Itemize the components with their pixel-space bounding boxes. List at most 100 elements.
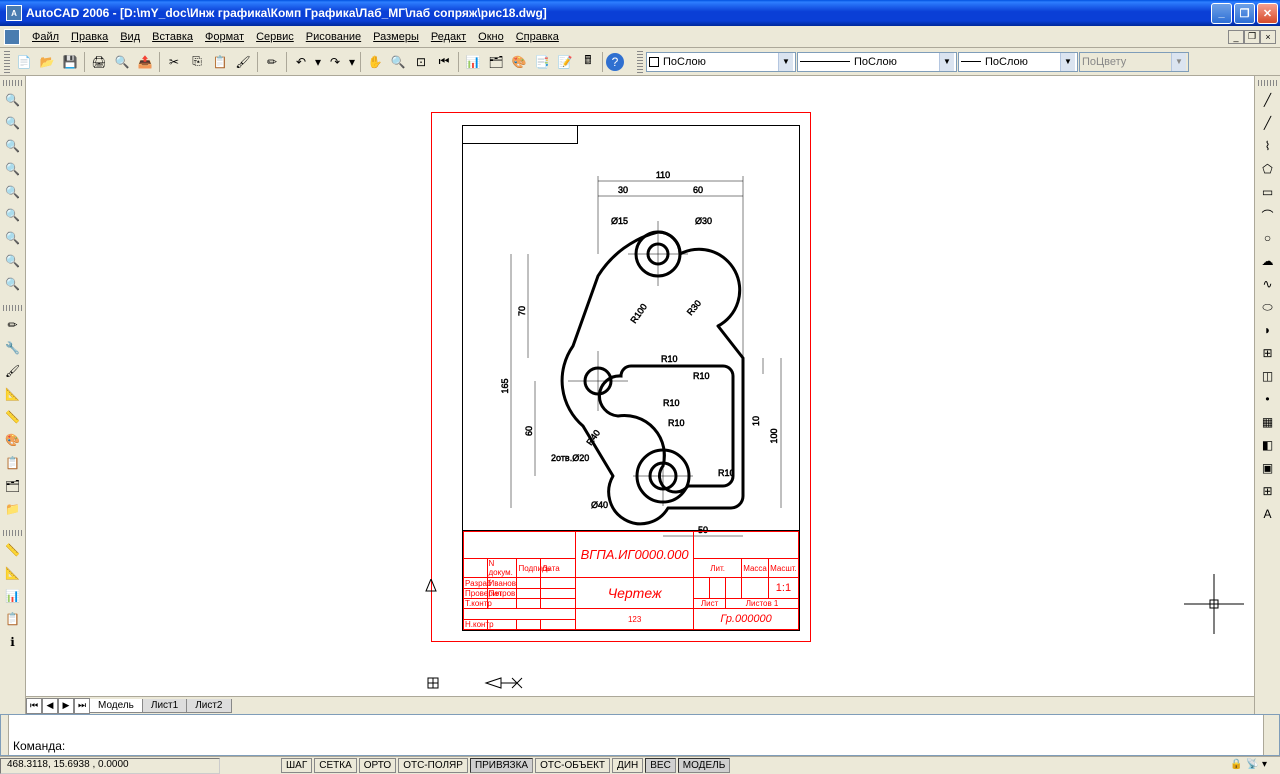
lineweight-dropdown[interactable]: ПоСлою ▼ bbox=[958, 52, 1078, 72]
mdi-close[interactable]: × bbox=[1260, 30, 1276, 44]
menu-service[interactable]: Сервис bbox=[250, 29, 300, 45]
color-dropdown[interactable]: ПоСлою ▼ bbox=[646, 52, 796, 72]
mdi-minimize[interactable]: _ bbox=[1228, 30, 1244, 44]
command-prompt[interactable]: Команда: bbox=[9, 715, 1263, 755]
coords-display[interactable]: 468.3118, 15.6938 , 0.0000 bbox=[0, 758, 220, 774]
xline-button[interactable]: ╱ bbox=[1257, 112, 1279, 134]
toolbar-grip[interactable] bbox=[3, 80, 23, 86]
tray-menu-icon[interactable]: ▾ bbox=[1262, 759, 1276, 773]
command-line[interactable]: Команда: bbox=[0, 714, 1280, 756]
zoom-in-button[interactable]: 🔍 bbox=[2, 204, 24, 226]
menu-help[interactable]: Справка bbox=[510, 29, 565, 45]
zoom-dynamic-button[interactable]: 🔍 bbox=[2, 112, 24, 134]
cmdline-scrollbar[interactable] bbox=[1263, 715, 1279, 755]
inquiry4-button[interactable]: 📋 bbox=[2, 608, 24, 630]
tab-first[interactable]: ⏮ bbox=[26, 698, 42, 714]
refedit7-button[interactable]: 📋 bbox=[2, 452, 24, 474]
menu-file[interactable]: Файл bbox=[26, 29, 65, 45]
gradient-button[interactable]: ◧ bbox=[1257, 434, 1279, 456]
menu-edit[interactable]: Правка bbox=[65, 29, 114, 45]
menu-draw[interactable]: Рисование bbox=[300, 29, 367, 45]
refedit-button[interactable]: ✏ bbox=[2, 314, 24, 336]
block-button[interactable]: ◫ bbox=[1257, 365, 1279, 387]
dyn-toggle[interactable]: ДИН bbox=[612, 758, 643, 773]
refedit2-button[interactable]: 🔧 bbox=[2, 337, 24, 359]
inquiry5-button[interactable]: ℹ bbox=[2, 631, 24, 653]
publish-button[interactable]: 📤 bbox=[134, 51, 156, 73]
ortho-toggle[interactable]: ОРТО bbox=[359, 758, 396, 773]
tab-sheet2[interactable]: Лист2 bbox=[186, 699, 231, 713]
tray-comm-icon[interactable]: 📡 bbox=[1246, 759, 1260, 773]
ellipse-button[interactable]: ⬭ bbox=[1257, 296, 1279, 318]
props-grip[interactable] bbox=[637, 51, 643, 73]
undo-dd[interactable]: ▾ bbox=[313, 51, 323, 73]
print-button[interactable]: 🖨 bbox=[88, 51, 110, 73]
minimize-button[interactable]: _ bbox=[1211, 3, 1232, 24]
cmdline-grip[interactable] bbox=[1, 715, 9, 755]
hatch-button[interactable]: ▦ bbox=[1257, 411, 1279, 433]
line-button[interactable]: ╱ bbox=[1257, 89, 1279, 111]
tab-model[interactable]: Модель bbox=[89, 699, 143, 713]
tab-prev[interactable]: ◀ bbox=[42, 698, 58, 714]
zoom-object-button[interactable]: 🔍 bbox=[2, 181, 24, 203]
menu-format[interactable]: Формат bbox=[199, 29, 250, 45]
save-button[interactable]: 💾 bbox=[59, 51, 81, 73]
insert-button[interactable]: ⊞ bbox=[1257, 342, 1279, 364]
pline-button[interactable]: ⌇ bbox=[1257, 135, 1279, 157]
drawing-canvas[interactable]: 110 30 60 Ø15 Ø30 R100 R30 bbox=[26, 76, 1254, 714]
maximize-button[interactable]: ❐ bbox=[1234, 3, 1255, 24]
redo-dd[interactable]: ▾ bbox=[347, 51, 357, 73]
help-button[interactable]: ? bbox=[606, 53, 624, 71]
redo-button[interactable]: ↷ bbox=[324, 51, 346, 73]
doc-icon[interactable] bbox=[4, 29, 20, 45]
inquiry2-button[interactable]: 📐 bbox=[2, 562, 24, 584]
polygon-button[interactable]: ⬠ bbox=[1257, 158, 1279, 180]
ellipsearc-button[interactable]: ◗ bbox=[1257, 319, 1279, 341]
mtext-button[interactable]: A bbox=[1257, 503, 1279, 525]
refedit4-button[interactable]: 📐 bbox=[2, 383, 24, 405]
designcenter-button[interactable]: 🗂 bbox=[485, 51, 507, 73]
tray-lock-icon[interactable]: 🔒 bbox=[1230, 759, 1244, 773]
refedit8-button[interactable]: 🗂 bbox=[2, 475, 24, 497]
close-button[interactable]: ✕ bbox=[1257, 3, 1278, 24]
matchprop-button[interactable]: 🖌 bbox=[232, 51, 254, 73]
tab-last[interactable]: ⏭ bbox=[74, 698, 90, 714]
toolbar-grip[interactable] bbox=[3, 305, 23, 311]
model-toggle[interactable]: МОДЕЛЬ bbox=[678, 758, 730, 773]
inquiry1-button[interactable]: 📏 bbox=[2, 539, 24, 561]
refedit6-button[interactable]: 🎨 bbox=[2, 429, 24, 451]
sheetset-button[interactable]: 📑 bbox=[531, 51, 553, 73]
preview-button[interactable]: 🔍 bbox=[111, 51, 133, 73]
zoom-all-button[interactable]: 🔍 bbox=[2, 250, 24, 272]
new-button[interactable]: 📄 bbox=[13, 51, 35, 73]
snap-toggle[interactable]: ШАГ bbox=[281, 758, 312, 773]
polar-toggle[interactable]: ОТС-ПОЛЯР bbox=[398, 758, 468, 773]
refedit9-button[interactable]: 📁 bbox=[2, 498, 24, 520]
otrack-toggle[interactable]: ОТС-ОБЪЕКТ bbox=[535, 758, 610, 773]
open-button[interactable]: 📂 bbox=[36, 51, 58, 73]
lwt-toggle[interactable]: ВЕС bbox=[645, 758, 676, 773]
markup-button[interactable]: 📝 bbox=[554, 51, 576, 73]
zoom-rt-button[interactable]: 🔍 bbox=[387, 51, 409, 73]
zoom-prev-button[interactable]: ⏮ bbox=[433, 51, 455, 73]
block-editor-button[interactable]: ✏ bbox=[261, 51, 283, 73]
menu-view[interactable]: Вид bbox=[114, 29, 146, 45]
menu-modify[interactable]: Редакт bbox=[425, 29, 472, 45]
revcloud-button[interactable]: ☁ bbox=[1257, 250, 1279, 272]
copy-button[interactable]: ⎘ bbox=[186, 51, 208, 73]
point-button[interactable]: • bbox=[1257, 388, 1279, 410]
arc-button[interactable]: ⌒ bbox=[1257, 204, 1279, 226]
undo-button[interactable]: ↶ bbox=[290, 51, 312, 73]
cut-button[interactable]: ✂ bbox=[163, 51, 185, 73]
refedit3-button[interactable]: 🖌 bbox=[2, 360, 24, 382]
refedit5-button[interactable]: 📏 bbox=[2, 406, 24, 428]
tab-next[interactable]: ▶ bbox=[58, 698, 74, 714]
rectangle-button[interactable]: ▭ bbox=[1257, 181, 1279, 203]
properties-button[interactable]: 📊 bbox=[462, 51, 484, 73]
zoom-win-button[interactable]: ⊡ bbox=[410, 51, 432, 73]
menu-dims[interactable]: Размеры bbox=[367, 29, 425, 45]
tab-sheet1[interactable]: Лист1 bbox=[142, 699, 187, 713]
zoom-center-button[interactable]: 🔍 bbox=[2, 158, 24, 180]
circle-button[interactable]: ○ bbox=[1257, 227, 1279, 249]
inquiry3-button[interactable]: 📊 bbox=[2, 585, 24, 607]
